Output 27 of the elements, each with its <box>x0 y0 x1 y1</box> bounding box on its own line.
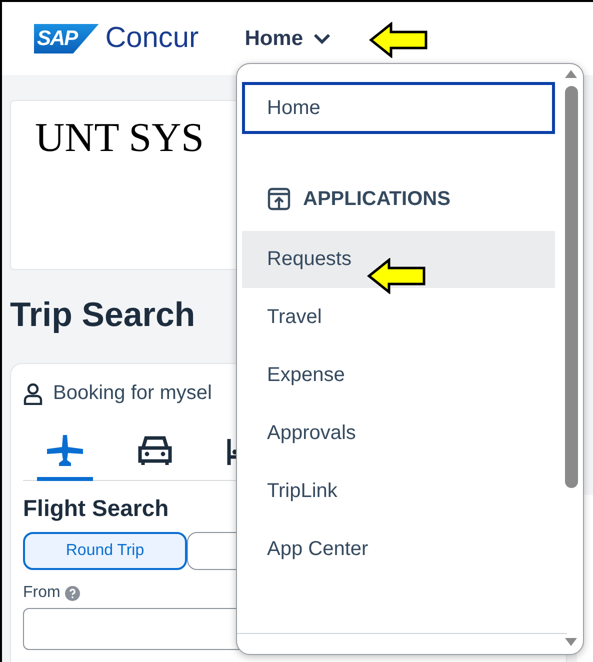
menu-item[interactable]: Requests <box>242 231 555 288</box>
help-icon[interactable] <box>65 586 80 600</box>
pointer-arrow-icon <box>369 22 429 58</box>
menu-item[interactable]: Approvals <box>242 405 555 462</box>
pointer-arrow-icon <box>367 258 427 294</box>
scroll-down-icon[interactable] <box>565 638 577 646</box>
logo-text: Concur <box>105 22 199 55</box>
page-heading: Trip Search <box>10 296 196 335</box>
nav-menu-button[interactable]: Home <box>244 26 332 50</box>
logo-mark: SAP <box>34 24 100 54</box>
menu-section-title: APPLICATIONS <box>303 188 450 210</box>
menu-item[interactable]: TripLink <box>242 463 555 520</box>
upload-window-icon <box>267 187 291 211</box>
field-label: From <box>23 584 60 602</box>
organization-title: UNT SYS <box>35 114 204 160</box>
booking-for-text: Booking for mysel <box>53 382 212 405</box>
trip-type-button[interactable]: Round Trip <box>23 532 187 570</box>
scrollbar[interactable] <box>563 70 579 646</box>
airplane-icon <box>45 433 85 467</box>
menu-item[interactable]: Expense <box>242 347 555 404</box>
chevron-down-icon <box>313 32 332 44</box>
person-icon <box>23 382 43 404</box>
menu-item[interactable]: App Center <box>242 521 555 578</box>
section-title: Flight Search <box>23 495 170 522</box>
scroll-up-icon[interactable] <box>565 70 577 78</box>
menu-item[interactable]: Travel <box>242 289 555 346</box>
menu-item[interactable]: Home <box>242 82 555 134</box>
